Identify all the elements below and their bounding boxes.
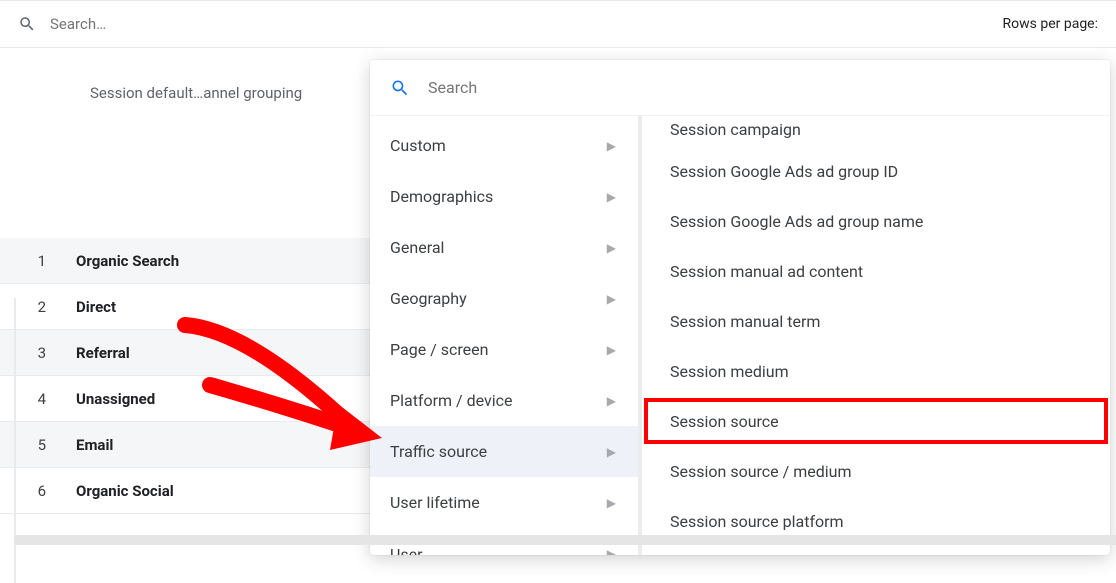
category-item[interactable]: Demographics ▶: [370, 171, 638, 222]
table-row[interactable]: 3Referral: [0, 330, 420, 376]
chevron-right-icon: ▶: [607, 139, 616, 153]
chevron-right-icon: ▶: [607, 394, 616, 408]
option-item-cut[interactable]: Session campaign: [642, 116, 1110, 146]
dimension-column: Session default…annel grouping 1Organic …: [0, 48, 420, 514]
option-item[interactable]: Session manual ad content: [642, 246, 1110, 296]
row-name: Unassigned: [76, 390, 155, 408]
category-item[interactable]: Geography ▶: [370, 273, 638, 324]
category-column: Custom▶Demographics▶General▶Geography▶Pa…: [370, 116, 642, 555]
option-item[interactable]: Session manual term: [642, 296, 1110, 346]
category-label: Platform / device: [390, 391, 513, 410]
row-index: 2: [0, 298, 76, 316]
category-label: Custom: [390, 136, 446, 155]
row-name: Organic Search: [76, 252, 179, 270]
table-row[interactable]: 5Email: [0, 422, 420, 468]
category-label: Geography: [390, 289, 467, 308]
dimension-popover: Custom▶Demographics▶General▶Geography▶Pa…: [370, 60, 1110, 555]
row-index: 1: [0, 252, 76, 270]
options-column: Session campaignSession Google Ads ad gr…: [642, 116, 1110, 555]
search-icon: [18, 15, 36, 33]
chevron-right-icon: ▶: [607, 547, 616, 555]
top-search-bar: Rows per page:: [0, 0, 1116, 48]
category-label: User: [390, 545, 423, 556]
category-item[interactable]: Page / screen ▶: [370, 324, 638, 375]
category-item[interactable]: Traffic source ▶: [370, 426, 638, 477]
category-item[interactable]: Custom ▶: [370, 120, 638, 171]
row-name: Referral: [76, 344, 130, 362]
chevron-right-icon: ▶: [607, 190, 616, 204]
dimension-label: Session default…annel grouping: [90, 84, 389, 102]
table-row[interactable]: 2Direct: [0, 284, 420, 330]
category-label: User lifetime: [390, 493, 480, 512]
chevron-right-icon: ▶: [607, 292, 616, 306]
option-item[interactable]: Session Google Ads ad group ID: [642, 146, 1110, 196]
row-name: Direct: [76, 298, 116, 316]
category-item[interactable]: General ▶: [370, 222, 638, 273]
top-search-input[interactable]: [50, 15, 1003, 33]
option-item[interactable]: Session Google Ads ad group name: [642, 196, 1110, 246]
category-label: Demographics: [390, 187, 493, 206]
popover-body: Custom▶Demographics▶General▶Geography▶Pa…: [370, 116, 1110, 555]
option-item[interactable]: Session medium: [642, 346, 1110, 396]
category-item[interactable]: User lifetime ▶: [370, 477, 638, 528]
row-index: 5: [0, 436, 76, 454]
table-row[interactable]: 6Organic Social: [0, 468, 420, 514]
row-name: Email: [76, 436, 113, 454]
search-icon: [390, 78, 410, 98]
category-label: Traffic source: [390, 442, 487, 461]
row-index: 4: [0, 390, 76, 408]
dimension-picker[interactable]: Session default…annel grouping: [0, 78, 420, 108]
option-item[interactable]: Session source / medium: [642, 446, 1110, 496]
category-label: General: [390, 238, 444, 257]
chevron-right-icon: ▶: [607, 343, 616, 357]
table-row[interactable]: 1Organic Search: [0, 238, 420, 284]
chevron-right-icon: ▶: [607, 241, 616, 255]
table-row[interactable]: 4Unassigned: [0, 376, 420, 422]
row-index: 6: [0, 482, 76, 500]
rows-per-page-label: Rows per page:: [1003, 16, 1098, 32]
chevron-right-icon: ▶: [607, 445, 616, 459]
bottom-scrollbar[interactable]: [14, 535, 1116, 545]
category-item[interactable]: Platform / device ▶: [370, 375, 638, 426]
table-rows: 1Organic Search2Direct3Referral4Unassign…: [0, 238, 420, 514]
row-name: Organic Social: [76, 482, 174, 500]
popover-search-input[interactable]: [428, 78, 1090, 97]
category-label: Page / screen: [390, 340, 488, 359]
chevron-right-icon: ▶: [607, 496, 616, 510]
popover-search-bar: [370, 60, 1110, 116]
row-index: 3: [0, 344, 76, 362]
option-item[interactable]: Session source: [642, 396, 1110, 446]
